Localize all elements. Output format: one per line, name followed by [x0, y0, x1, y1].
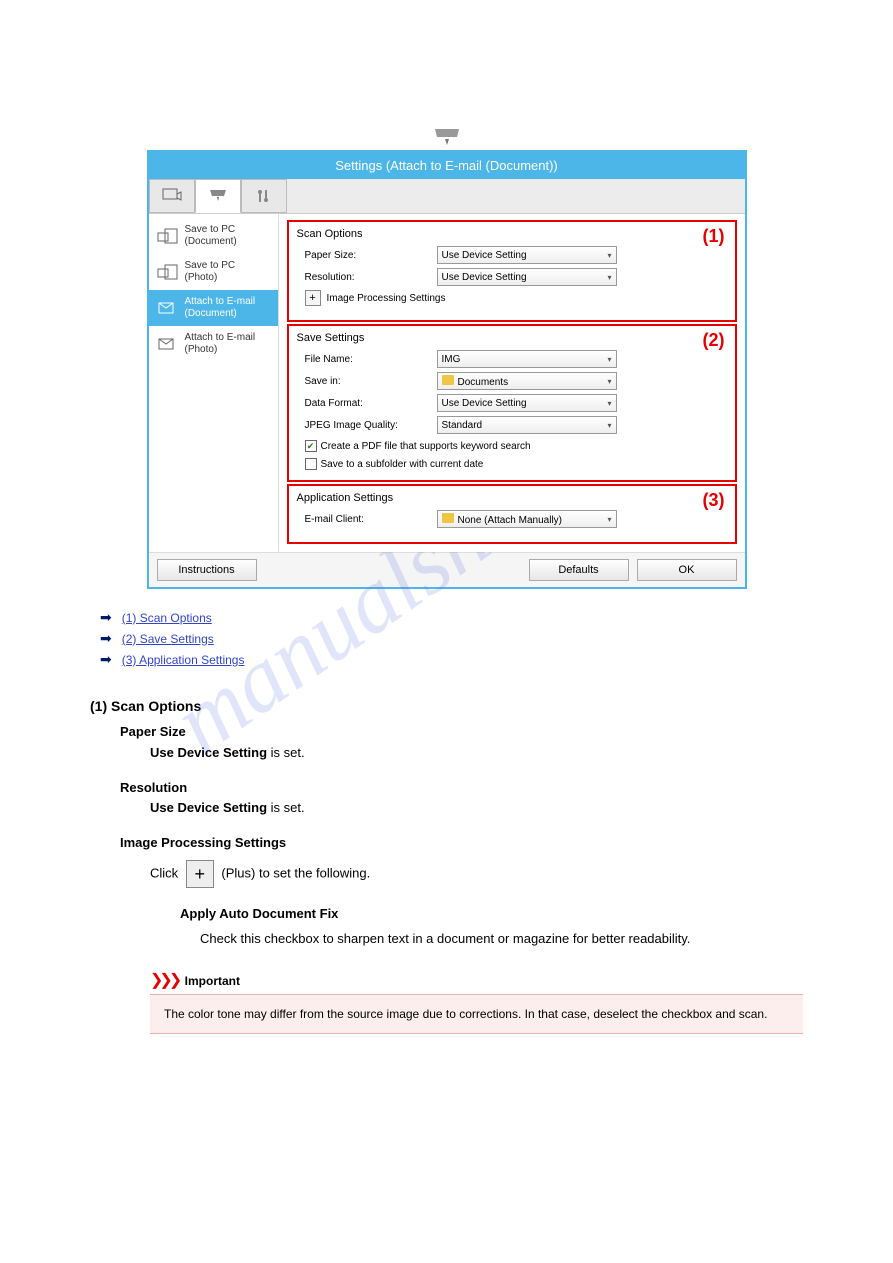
chevron-down-icon: ▾ [607, 251, 611, 260]
chevron-down-icon: ▾ [607, 273, 611, 282]
plus-icon: + [186, 860, 214, 888]
subfolder-date-checkbox[interactable] [305, 458, 317, 470]
app-icon [442, 513, 454, 523]
chevron-down-icon: ▾ [607, 377, 611, 386]
scan-options-section: (1) Scan Options Paper Size: Use Device … [287, 220, 737, 322]
save-in-select[interactable]: Documents▾ [437, 372, 617, 390]
paper-size-label: Paper Size: [297, 250, 437, 261]
chevron-down-icon: ▾ [607, 355, 611, 364]
section-label-3: (3) [703, 490, 725, 511]
sidebar-item-save-pc-photo[interactable]: Save to PC(Photo) [149, 254, 278, 290]
email-client-label: E-mail Client: [297, 514, 437, 525]
tab-scanner[interactable] [195, 179, 241, 213]
application-settings-section: (3) Application Settings E-mail Client: … [287, 484, 737, 544]
arrow-icon: ➡ [100, 630, 112, 647]
folder-icon [442, 375, 454, 385]
defaults-button[interactable]: Defaults [529, 559, 629, 581]
data-format-select[interactable]: Use Device Setting▾ [437, 394, 617, 412]
resolution-subheading: Resolution [120, 780, 187, 795]
arrow-icon: ➡ [100, 651, 112, 668]
apply-auto-fix-text: Check this checkbox to sharpen text in a… [200, 929, 803, 950]
paper-size-select[interactable]: Use Device Setting▾ [437, 246, 617, 264]
scan-options-title: Scan Options [297, 228, 727, 240]
chevron-down-icon: ▾ [607, 399, 611, 408]
resolution-select[interactable]: Use Device Setting▾ [437, 268, 617, 286]
tab-tools[interactable] [241, 179, 287, 213]
sidebar: Save to PC(Document) Save to PC(Photo) A… [149, 214, 279, 552]
important-note: The color tone may differ from the sourc… [150, 994, 803, 1034]
chevron-down-icon: ▾ [607, 515, 611, 524]
chevron-down-icon: ▾ [607, 421, 611, 430]
sidebar-item-save-pc-doc[interactable]: Save to PC(Document) [149, 218, 278, 254]
scanner-icon [431, 125, 463, 149]
email-doc-icon [157, 299, 179, 317]
image-processing-subheading: Image Processing Settings [120, 835, 286, 850]
email-client-select[interactable]: None (Attach Manually)▾ [437, 510, 617, 528]
section-links: ➡ (1) Scan Options ➡ (2) Save Settings ➡… [100, 609, 853, 668]
tab-computer[interactable] [149, 179, 195, 213]
expand-image-processing-button[interactable]: + [305, 290, 321, 306]
important-icon: ❯❯❯ Important [150, 970, 853, 990]
application-settings-title: Application Settings [297, 492, 727, 504]
resolution-label: Resolution: [297, 272, 437, 283]
settings-dialog: Settings (Attach to E-mail (Document)) S… [147, 150, 747, 589]
save-settings-section: (2) Save Settings File Name: IMG▾ Save i… [287, 324, 737, 482]
paper-size-subheading: Paper Size [120, 724, 186, 739]
jpeg-quality-select[interactable]: Standard▾ [437, 416, 617, 434]
subfolder-date-label: Save to a subfolder with current date [321, 459, 484, 470]
ok-button[interactable]: OK [637, 559, 737, 581]
pdf-keyword-label: Create a PDF file that supports keyword … [321, 441, 531, 452]
dialog-title: Settings (Attach to E-mail (Document)) [149, 152, 745, 179]
tab-strip [149, 179, 745, 214]
sidebar-item-email-doc[interactable]: Attach to E-mail(Document) [149, 290, 278, 326]
main-panel: (1) Scan Options Paper Size: Use Device … [279, 214, 745, 552]
save-settings-title: Save Settings [297, 332, 727, 344]
link-scan-options[interactable]: (1) Scan Options [122, 611, 212, 625]
pdf-keyword-checkbox[interactable]: ✔ [305, 440, 317, 452]
file-name-label: File Name: [297, 354, 437, 365]
scan-options-heading: (1) Scan Options [90, 698, 803, 714]
save-doc-icon [157, 227, 179, 245]
section-label-2: (2) [703, 330, 725, 351]
resolution-suffix: is set. [267, 800, 305, 815]
dialog-footer: Instructions Defaults OK [149, 552, 745, 587]
apply-auto-fix-subheading: Apply Auto Document Fix [180, 906, 338, 921]
image-processing-label: Image Processing Settings [327, 293, 446, 304]
paper-size-value-text: Use Device Setting [150, 745, 267, 760]
sidebar-item-email-photo[interactable]: Attach to E-mail(Photo) [149, 326, 278, 362]
email-photo-icon [157, 335, 179, 353]
instructions-button[interactable]: Instructions [157, 559, 257, 581]
arrow-icon: ➡ [100, 609, 112, 626]
save-in-label: Save in: [297, 376, 437, 387]
link-application-settings[interactable]: (3) Application Settings [122, 653, 245, 667]
data-format-label: Data Format: [297, 398, 437, 409]
link-save-settings[interactable]: (2) Save Settings [122, 632, 214, 646]
jpeg-quality-label: JPEG Image Quality: [297, 420, 437, 431]
img-proc-pre-text: Click [150, 865, 182, 880]
paper-size-suffix: is set. [267, 745, 305, 760]
img-proc-post-text: (Plus) to set the following. [221, 865, 370, 880]
save-photo-icon [157, 263, 179, 281]
file-name-select[interactable]: IMG▾ [437, 350, 617, 368]
section-label-1: (1) [703, 226, 725, 247]
resolution-value-text: Use Device Setting [150, 800, 267, 815]
